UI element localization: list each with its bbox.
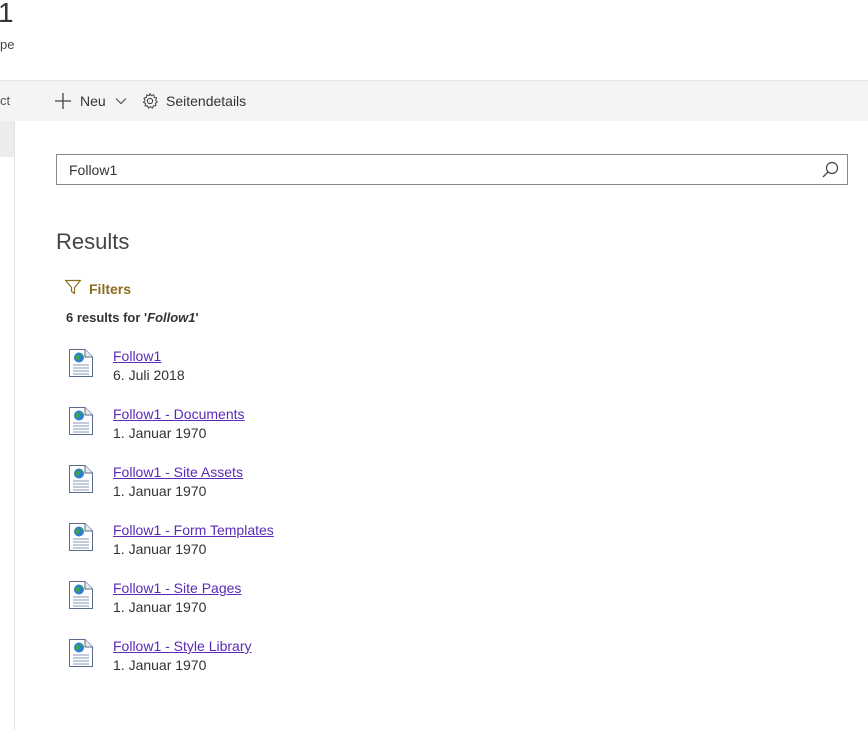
chevron-down-icon[interactable] [115, 97, 127, 105]
results-heading: Results [56, 229, 130, 254]
nav-divider [14, 121, 15, 730]
result-item: Follow1 - Site Assets 1. Januar 1970 [68, 464, 668, 508]
result-title-link[interactable]: Follow1 - Style Library [113, 638, 252, 654]
results-count-suffix: ' [195, 310, 199, 325]
web-page-icon [68, 348, 94, 383]
result-title-link[interactable]: Follow1 - Form Templates [113, 522, 274, 538]
result-title-link[interactable]: Follow1 - Site Pages [113, 580, 241, 596]
plus-icon [54, 92, 72, 110]
result-item: Follow1 - Style Library 1. Januar 1970 [68, 638, 668, 682]
filters-button[interactable]: Filters [64, 278, 131, 299]
nav-selected-item[interactable] [0, 121, 14, 157]
new-button[interactable]: Neu [54, 89, 127, 113]
result-date: 1. Januar 1970 [113, 425, 207, 441]
filters-label: Filters [89, 280, 132, 297]
search-box [56, 154, 848, 185]
result-item: Follow1 - Form Templates 1. Januar 1970 [68, 522, 668, 566]
command-bar [0, 80, 868, 121]
page-details-button[interactable]: Seitendetails [141, 89, 246, 113]
result-item: Follow1 - Site Pages 1. Januar 1970 [68, 580, 668, 624]
web-page-icon [68, 522, 94, 557]
result-date: 1. Januar 1970 [113, 599, 207, 615]
result-date: 6. Juli 2018 [113, 367, 185, 383]
web-page-icon [68, 464, 94, 499]
result-title-link[interactable]: Follow1 - Documents [113, 406, 245, 422]
site-title: 1 [0, 0, 14, 28]
gear-icon [141, 92, 159, 110]
result-date: 1. Januar 1970 [113, 541, 207, 557]
result-date: 1. Januar 1970 [113, 657, 207, 673]
nav-item-truncated[interactable]: ct [0, 93, 10, 108]
web-page-icon [68, 406, 94, 441]
result-title-link[interactable]: Follow1 - Site Assets [113, 464, 243, 480]
result-item: Follow1 6. Juli 2018 [68, 348, 668, 392]
web-page-icon [68, 638, 94, 673]
filter-icon [64, 278, 89, 299]
result-date: 1. Januar 1970 [113, 483, 207, 499]
web-page-icon [68, 580, 94, 615]
new-button-label: Neu [80, 93, 106, 109]
results-count-prefix: 6 results for ' [66, 310, 148, 325]
results-count-query: Follow1 [147, 310, 196, 325]
results-count: 6 results for 'Follow1' [66, 310, 199, 325]
search-input[interactable] [69, 155, 809, 184]
site-subtitle: pe [0, 37, 15, 52]
search-icon[interactable] [822, 161, 839, 183]
result-item: Follow1 - Documents 1. Januar 1970 [68, 406, 668, 450]
page-details-label: Seitendetails [166, 93, 247, 109]
result-title-link[interactable]: Follow1 [113, 348, 161, 364]
